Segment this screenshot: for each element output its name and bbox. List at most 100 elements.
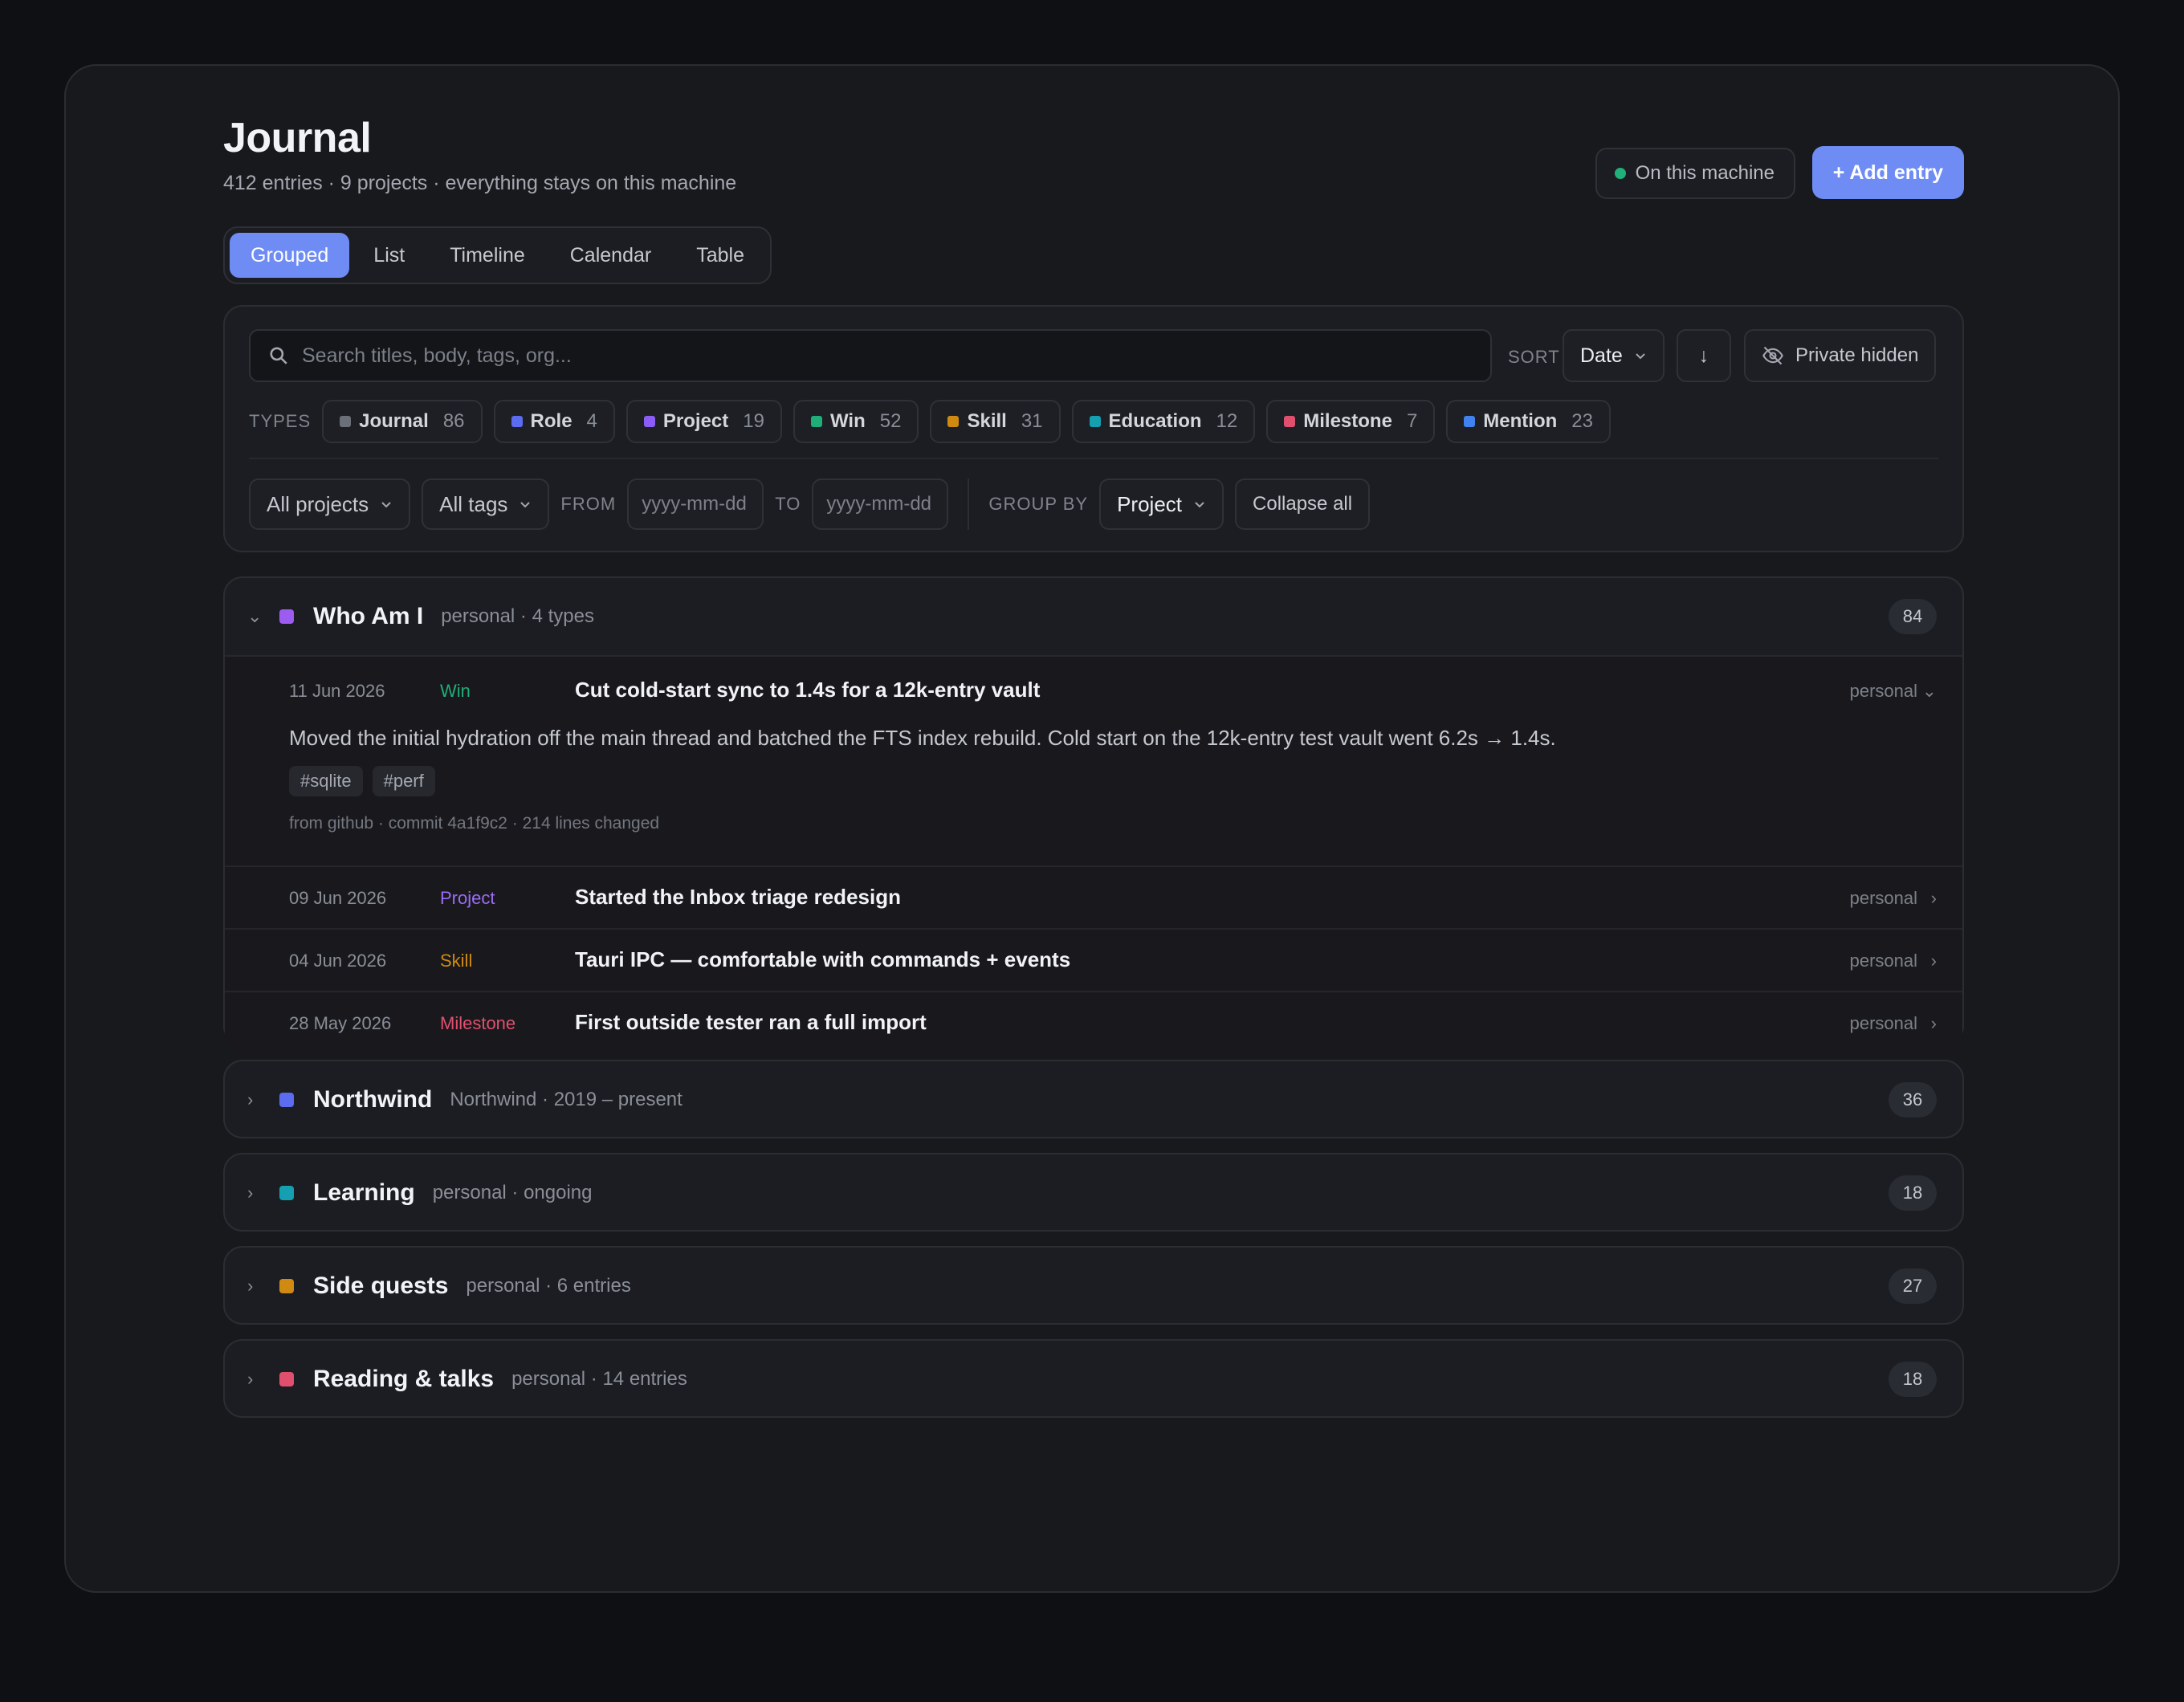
sort-value: Date — [1580, 344, 1623, 367]
from-date-input[interactable]: yyyy-mm-dd — [627, 478, 764, 530]
type-chip-mention[interactable]: Mention 23 — [1446, 400, 1611, 443]
projects-select[interactable]: All projects — [249, 478, 411, 530]
collapse-all-button[interactable]: Collapse all — [1235, 478, 1371, 530]
search-input[interactable] — [302, 344, 1426, 368]
group-name: Reading & talks — [313, 1366, 495, 1392]
entry-date: 11 Jun 2026 — [289, 681, 385, 701]
tags-value: All tags — [439, 491, 508, 516]
type-count: 86 — [442, 410, 465, 432]
chevron-down-icon[interactable]: ⌄ — [1922, 681, 1937, 702]
entry-row-expanded[interactable]: 11 Jun 2026 Win Cut cold-start sync to 1… — [225, 657, 1962, 867]
chevron-down-icon — [520, 502, 531, 508]
tab-timeline[interactable]: Timeline — [429, 233, 546, 278]
group-header[interactable]: ⌄ Who Am I personal · 4 types 84 — [225, 578, 1962, 655]
machine-label: On this machine — [1635, 162, 1774, 184]
type-count: 7 — [1406, 410, 1418, 432]
group-entries: 11 Jun 2026 Win Cut cold-start sync to 1… — [225, 655, 1962, 1055]
status-dot-icon — [1614, 168, 1626, 179]
type-chip-project[interactable]: Project 19 — [625, 400, 782, 443]
entry-date: 09 Jun 2026 — [289, 888, 387, 908]
entry-title: Started the Inbox triage redesign — [575, 885, 901, 909]
tab-grouped[interactable]: Grouped — [230, 233, 350, 278]
filter-separator — [968, 478, 970, 530]
group-header[interactable]: › Learning personal · ongoing 18 — [225, 1154, 1962, 1232]
tag[interactable]: #sqlite — [289, 766, 363, 796]
tab-calendar[interactable]: Calendar — [549, 233, 672, 278]
group-header[interactable]: › Reading & talks personal · 14 entries … — [225, 1341, 1962, 1418]
type-chip-skill[interactable]: Skill 31 — [930, 400, 1061, 443]
entry-row[interactable]: 28 May 2026 Milestone First outside test… — [225, 992, 1962, 1055]
type-chip-win[interactable]: Win 52 — [793, 400, 919, 443]
type-name: Mention — [1483, 410, 1558, 432]
type-name: Education — [1108, 410, 1202, 432]
chevron-down-icon — [1195, 502, 1204, 508]
group-meta: Northwind · 2019 – present — [450, 1089, 682, 1110]
sort-label: SORT — [1508, 347, 1560, 367]
group-count-badge: 36 — [1889, 1082, 1937, 1118]
type-color-swatch — [810, 416, 822, 427]
chevron-right-icon: › — [247, 1089, 254, 1110]
entry-row[interactable]: 04 Jun 2026 Skill Tauri IPC — comfortabl… — [225, 930, 1962, 992]
group-count-badge: 18 — [1889, 1362, 1937, 1397]
type-name: Skill — [967, 410, 1007, 432]
type-name: Win — [829, 410, 866, 432]
project-group-learning: › Learning personal · ongoing 18 — [223, 1153, 1964, 1232]
group-count-badge: 27 — [1889, 1268, 1937, 1304]
tag[interactable]: #perf — [372, 766, 435, 796]
group-name: Who Am I — [313, 603, 424, 629]
type-color-swatch — [643, 416, 655, 427]
entry-type: Milestone — [440, 1013, 516, 1033]
type-chip-journal[interactable]: Journal 86 — [322, 400, 483, 443]
type-chip-education[interactable]: Education 12 — [1071, 400, 1256, 443]
group-header[interactable]: › Side quests personal · 6 entries 27 — [225, 1248, 1962, 1325]
type-name: Project — [662, 410, 729, 432]
group-header[interactable]: › Northwind Northwind · 2019 – present 3… — [225, 1061, 1962, 1138]
entry-type: Skill — [440, 951, 473, 971]
type-count: 23 — [1571, 410, 1593, 432]
group-meta: personal · 4 types — [441, 605, 594, 627]
entry-title: Tauri IPC — comfortable with commands + … — [575, 947, 1071, 971]
group-color-swatch — [279, 1372, 294, 1386]
to-date-input[interactable]: yyyy-mm-dd — [812, 478, 949, 530]
entry-row[interactable]: 09 Jun 2026 Project Started the Inbox tr… — [225, 867, 1962, 930]
type-filter-row: TYPES Journal 86 Role 4 Project 19 Win 52 Sk… — [249, 400, 1611, 443]
projects-value: All projects — [267, 491, 369, 516]
group-by-label: GROUP BY — [988, 494, 1089, 514]
type-color-swatch — [1284, 416, 1296, 427]
chevron-down-icon — [381, 502, 391, 508]
group-by-select[interactable]: Project — [1099, 478, 1224, 530]
add-entry-button[interactable]: + Add entry — [1811, 146, 1964, 199]
project-group-who-am-i: ⌄ Who Am I personal · 4 types 84 11 Jun … — [223, 576, 1964, 1055]
type-color-swatch — [1464, 416, 1476, 427]
group-meta: personal · 6 entries — [466, 1275, 631, 1297]
group-name: Northwind — [313, 1086, 433, 1113]
entry-title: First outside tester ran a full import — [575, 1010, 927, 1034]
group-color-swatch — [279, 1186, 294, 1200]
type-color-swatch — [947, 416, 960, 427]
project-group-northwind: › Northwind Northwind · 2019 – present 3… — [223, 1060, 1964, 1138]
entry-date: 28 May 2026 — [289, 1013, 392, 1033]
entry-privacy: personal — [1849, 888, 1917, 908]
tab-table[interactable]: Table — [675, 233, 765, 278]
search-icon — [270, 347, 287, 364]
private-toggle-button[interactable]: Private hidden — [1744, 329, 1937, 382]
sort-direction-button[interactable]: ↓ — [1677, 329, 1731, 382]
type-chip-milestone[interactable]: Milestone 7 — [1266, 400, 1436, 443]
tags-select[interactable]: All tags — [422, 478, 550, 530]
from-label: FROM — [560, 494, 617, 514]
entry-source: from github · commit 4a1f9c2 · 214 lines… — [289, 814, 660, 833]
project-group-reading-talks: › Reading & talks personal · 14 entries … — [223, 1339, 1964, 1418]
tab-list[interactable]: List — [352, 233, 426, 278]
type-chip-role[interactable]: Role 4 — [493, 400, 615, 443]
type-color-swatch — [1089, 416, 1101, 427]
group-color-swatch — [279, 1279, 294, 1293]
group-count-badge: 84 — [1889, 599, 1937, 634]
group-color-swatch — [279, 1093, 294, 1107]
filter-divider — [249, 458, 1938, 459]
chevron-down-icon: ⌄ — [247, 606, 263, 626]
chevron-right-icon: › — [1930, 1013, 1937, 1033]
sort-select[interactable]: Date — [1563, 329, 1664, 382]
page-title: Journal — [223, 115, 372, 161]
search-box[interactable] — [249, 329, 1492, 382]
type-count: 31 — [1021, 410, 1043, 432]
